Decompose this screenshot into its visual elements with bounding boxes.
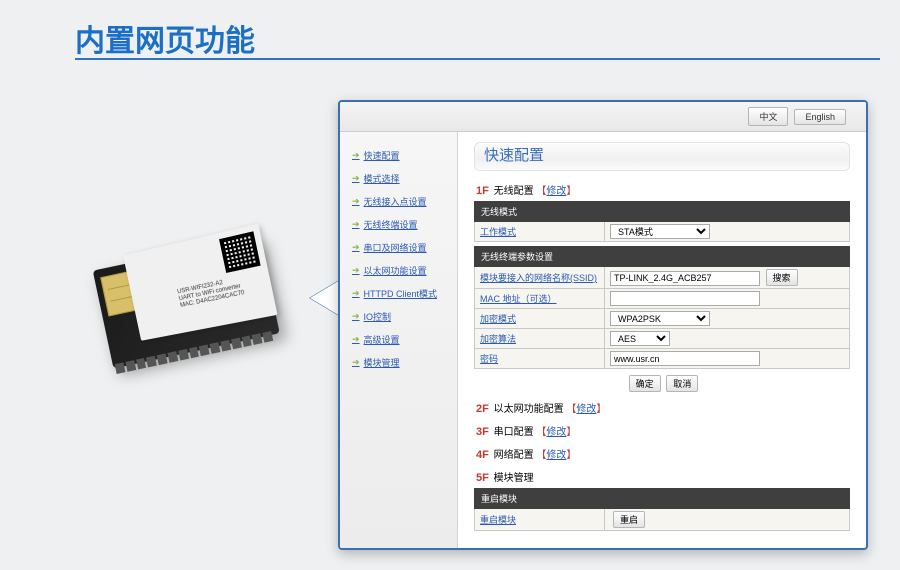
sidebar-item-label: IO控制	[364, 310, 392, 323]
sidebar-item-httpd-client[interactable]: ➔ HTTPD Client模式	[352, 282, 457, 305]
ssid-input[interactable]	[610, 271, 760, 286]
work-mode-select[interactable]: STA模式	[610, 224, 710, 239]
step2-modify-link[interactable]: 修改	[576, 404, 596, 415]
sidebar-item-label: 高级设置	[364, 333, 400, 346]
sidebar-item-label: 无线终端设置	[364, 218, 418, 231]
sidebar-item-uart-net[interactable]: ➔ 串口及网络设置	[352, 236, 457, 259]
table-header: 无线终端参数设置	[475, 247, 850, 267]
table-header: 重启模块	[475, 489, 850, 509]
sidebar-item-module-mgmt[interactable]: ➔ 模块管理	[352, 351, 457, 374]
step3-modify-link[interactable]: 修改	[546, 427, 566, 438]
title-divider	[75, 58, 880, 60]
sidebar-item-ethernet[interactable]: ➔ 以太网功能设置	[352, 259, 457, 282]
password-label: 密码	[475, 349, 605, 369]
step5-heading: 5F 模块管理	[476, 469, 850, 484]
qr-code-icon	[219, 231, 261, 273]
confirm-button[interactable]: 确定	[629, 375, 661, 392]
enc-algo-select[interactable]: AES	[610, 331, 670, 346]
sidebar-item-label: 模块管理	[364, 356, 400, 369]
wifi-sta-table: 无线终端参数设置 模块要接入的网络名称(SSID) 搜索 MAC 地址（可选） …	[474, 246, 850, 369]
cancel-button[interactable]: 取消	[666, 375, 698, 392]
reboot-button[interactable]: 重启	[613, 511, 645, 528]
sidebar-item-ap-setting[interactable]: ➔ 无线接入点设置	[352, 190, 457, 213]
work-mode-label: 工作模式	[475, 222, 605, 242]
password-input[interactable]	[610, 351, 760, 366]
sidebar-item-label: 无线接入点设置	[364, 195, 427, 208]
enc-mode-select[interactable]: WPA2PSK	[610, 311, 710, 326]
arrow-icon: ➔	[352, 311, 360, 322]
sidebar-item-label: 快速配置	[364, 149, 400, 162]
step1-heading: 1F 无线配置 【修改】	[476, 182, 850, 197]
arrow-icon: ➔	[352, 288, 360, 299]
content-title: 快速配置	[474, 142, 850, 172]
enc-mode-label: 加密模式	[475, 309, 605, 329]
sidebar: ➔ 快速配置 ➔ 模式选择 ➔ 无线接入点设置 ➔ 无线终端设置 ➔ 串口及网络设置 ➔ 以…	[340, 132, 458, 548]
table-header: 无线模式	[475, 202, 850, 222]
arrow-icon: ➔	[352, 219, 360, 230]
reboot-label: 重启模块	[475, 509, 605, 531]
config-webpage-panel: 中文 English ➔ 快速配置 ➔ 模式选择 ➔ 无线接入点设置 ➔ 无线终端设置 …	[338, 100, 868, 550]
arrow-icon: ➔	[352, 196, 360, 207]
sidebar-item-label: HTTPD Client模式	[364, 287, 438, 300]
device-module-image: USR-WIFI232-A2 UART to WiFi converter MA…	[84, 192, 305, 398]
sidebar-item-io-control[interactable]: ➔ IO控制	[352, 305, 457, 328]
step3-heading: 3F 串口配置 【修改】	[476, 423, 850, 438]
sidebar-item-label: 串口及网络设置	[364, 241, 427, 254]
content-area: 快速配置 1F 无线配置 【修改】 无线模式 工作模式 STA模式 无线终端参数…	[458, 132, 866, 548]
page-title: 内置网页功能	[75, 16, 255, 60]
sidebar-item-mode-select[interactable]: ➔ 模式选择	[352, 167, 457, 190]
step4-heading: 4F 网络配置 【修改】	[476, 446, 850, 461]
sidebar-item-advanced[interactable]: ➔ 高级设置	[352, 328, 457, 351]
wifi-mode-table: 无线模式 工作模式 STA模式	[474, 201, 850, 242]
callout-pointer-icon	[310, 280, 340, 316]
step4-modify-link[interactable]: 修改	[546, 450, 566, 461]
sidebar-item-label: 模式选择	[364, 172, 400, 185]
step-text: 无线配置	[494, 186, 534, 197]
panel-header: 中文 English	[340, 102, 866, 132]
step2-heading: 2F 以太网功能配置 【修改】	[476, 400, 850, 415]
enc-algo-label: 加密算法	[475, 329, 605, 349]
lang-zh-button[interactable]: 中文	[748, 107, 788, 126]
lang-en-button[interactable]: English	[794, 109, 846, 125]
sidebar-item-label: 以太网功能设置	[364, 264, 427, 277]
arrow-icon: ➔	[352, 150, 360, 161]
ssid-search-button[interactable]: 搜索	[766, 269, 798, 286]
arrow-icon: ➔	[352, 357, 360, 368]
arrow-icon: ➔	[352, 334, 360, 345]
arrow-icon: ➔	[352, 265, 360, 276]
reboot-table: 重启模块 重启模块 重启	[474, 488, 850, 531]
arrow-icon: ➔	[352, 242, 360, 253]
step-number: 1F	[476, 185, 489, 197]
sidebar-item-sta-setting[interactable]: ➔ 无线终端设置	[352, 213, 457, 236]
step1-modify-link[interactable]: 修改	[546, 186, 566, 197]
mac-label: MAC 地址（可选）	[475, 289, 605, 309]
mac-input[interactable]	[610, 291, 760, 306]
ssid-label: 模块要接入的网络名称(SSID)	[475, 267, 605, 289]
sidebar-item-quick-config[interactable]: ➔ 快速配置	[352, 144, 457, 167]
arrow-icon: ➔	[352, 173, 360, 184]
